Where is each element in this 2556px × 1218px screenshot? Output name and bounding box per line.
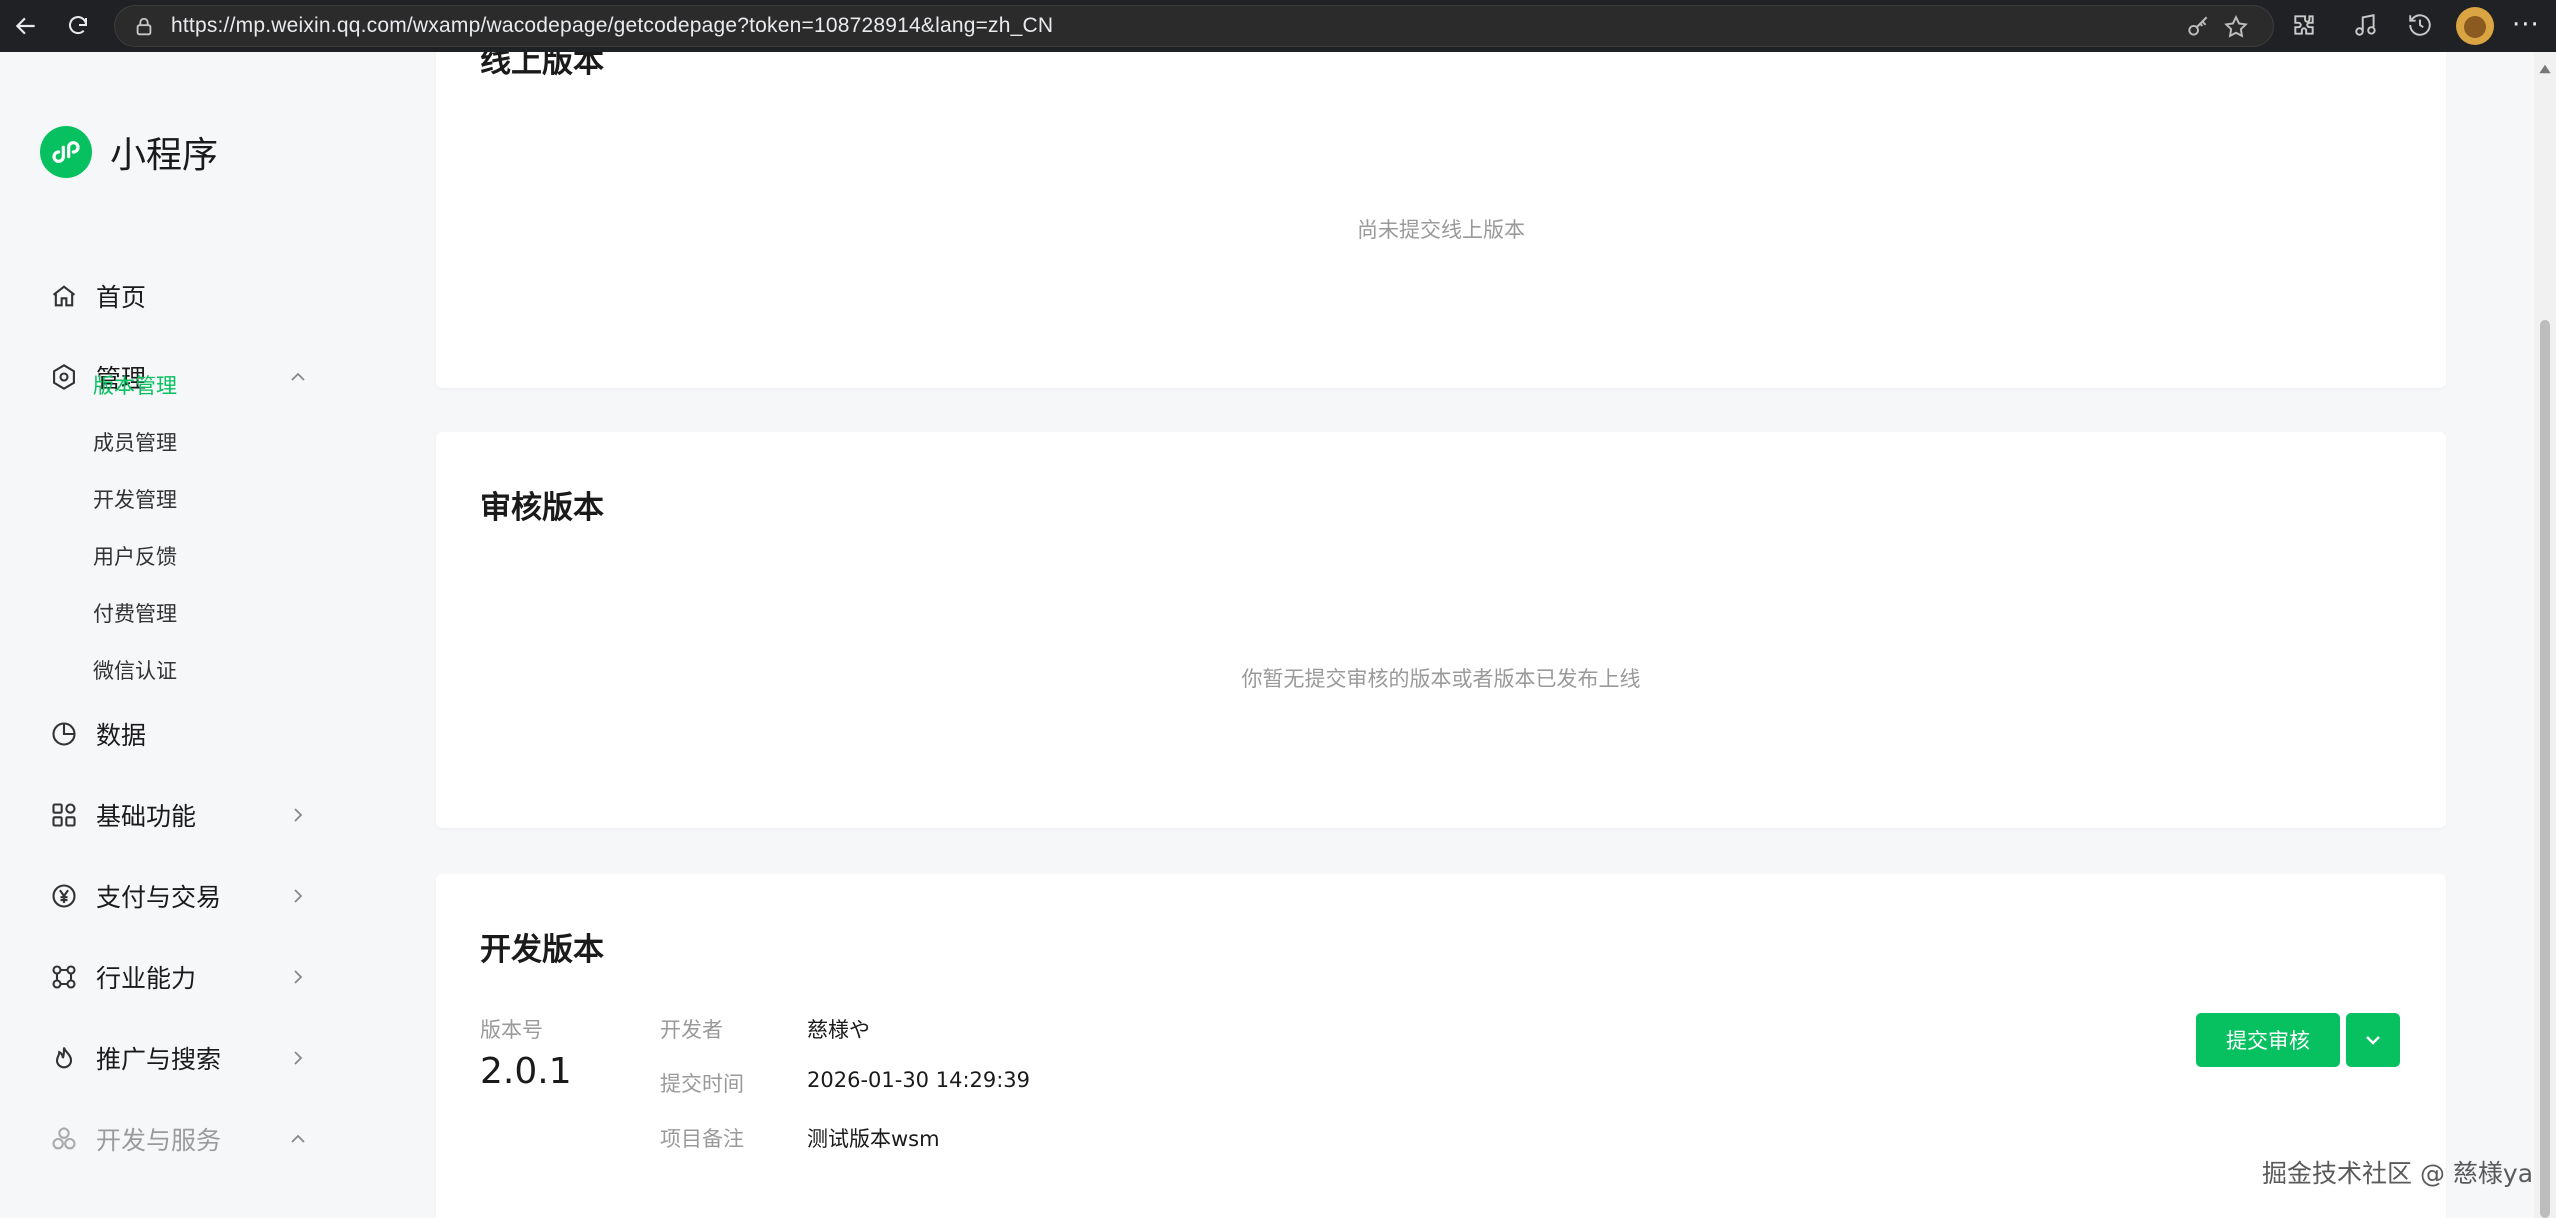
sidebar-item-payment-trade[interactable]: 支付与交易 — [50, 876, 310, 916]
page-viewport: 小程序 首页 管理 版本管理 成员管理 开发管理 用户反馈 付费管理 微信认证 … — [0, 52, 2534, 1218]
sidebar-item-promotion-search[interactable]: 推广与搜索 — [50, 1038, 310, 1078]
submit-time-label: 提交时间 — [660, 1072, 744, 1096]
dev-version-card: 开发版本 版本号 2.0.1 开发者 慈様や 提交时间 2026-01-30 1… — [436, 874, 2446, 1218]
yen-icon — [52, 884, 76, 908]
arrow-left-icon — [15, 17, 35, 35]
remark-value: 测试版本wsm — [807, 1127, 940, 1151]
sidebar-item-manage[interactable]: 管理 — [50, 357, 310, 397]
chevron-right-icon[interactable] — [286, 1046, 310, 1070]
sidebar-item-home[interactable]: 首页 — [50, 276, 310, 316]
sidebar-item-label: 基础功能 — [96, 802, 197, 831]
star-icon[interactable] — [2223, 14, 2249, 40]
chevron-right-icon[interactable] — [286, 965, 310, 989]
sidebar-item-label: 行业能力 — [96, 964, 197, 993]
sidebar-subitem-payment-management[interactable]: 付费管理 — [93, 599, 177, 629]
version-number-value: 2.0.1 — [480, 1051, 572, 1092]
puzzle-icon — [2294, 15, 2314, 35]
online-version-empty-text: 尚未提交线上版本 — [1357, 218, 1525, 242]
hexagon-settings-icon — [53, 364, 75, 390]
browser-menu-button[interactable]: ··· — [2512, 8, 2540, 42]
submit-review-button[interactable]: 提交审核 — [2196, 1013, 2340, 1067]
sidebar-subitem-wechat-verification[interactable]: 微信认证 — [93, 656, 177, 686]
cluster-icon — [52, 1127, 76, 1150]
chevron-right-icon[interactable] — [286, 803, 310, 827]
sidebar-subitem-version-management[interactable]: 版本管理 — [93, 371, 177, 401]
app-logo[interactable]: 小程序 — [40, 126, 218, 178]
key-icon[interactable] — [2185, 14, 2211, 40]
chevron-down-icon — [2366, 1036, 2380, 1045]
back-button[interactable] — [6, 6, 46, 46]
sidebar-subitem-dev-management[interactable]: 开发管理 — [93, 485, 177, 515]
history-button[interactable] — [2404, 9, 2436, 41]
submit-time-value: 2026-01-30 14:29:39 — [807, 1068, 1031, 1092]
developer-value: 慈様や — [807, 1018, 870, 1042]
online-version-card: 线上版本 尚未提交线上版本 — [436, 52, 2446, 388]
watermark-text: 掘金技术社区 @ 慈様ya — [2262, 1159, 2534, 1188]
url-text[interactable]: https://mp.weixin.qq.com/wxamp/wacodepag… — [171, 14, 1053, 38]
lock-icon[interactable] — [133, 16, 155, 38]
browser-toolbar: https://mp.weixin.qq.com/wxamp/wacodepag… — [0, 0, 2556, 52]
reload-button[interactable] — [58, 6, 98, 46]
chevron-up-icon[interactable] — [286, 365, 310, 389]
chevron-right-icon[interactable] — [286, 884, 310, 908]
music-icon — [2355, 14, 2376, 36]
sidebar-item-basic-features[interactable]: 基础功能 — [50, 795, 310, 835]
sidebar-item-label: 支付与交易 — [96, 883, 222, 912]
history-icon — [2409, 14, 2431, 36]
logo-text: 小程序 — [110, 135, 219, 176]
review-version-title: 审核版本 — [480, 490, 604, 526]
version-number-label: 版本号 — [480, 1018, 543, 1042]
reload-icon — [69, 16, 87, 35]
pie-chart-icon — [52, 722, 76, 746]
sidebar-item-label: 推广与搜索 — [96, 1045, 222, 1074]
mini-program-logo-icon — [40, 126, 92, 178]
sidebar-item-industry-capability[interactable]: 行业能力 — [50, 957, 310, 997]
sidebar-item-label: 开发与服务 — [96, 1126, 222, 1155]
page-scrollbar[interactable] — [2534, 52, 2556, 1218]
remark-label: 项目备注 — [660, 1127, 744, 1151]
developer-label: 开发者 — [660, 1018, 723, 1042]
grid-icon — [52, 803, 76, 827]
online-version-title: 线上版本 — [480, 52, 604, 80]
profile-avatar[interactable] — [2456, 7, 2494, 45]
nodes-icon — [52, 965, 76, 989]
flame-icon — [55, 1047, 73, 1069]
chevron-up-icon[interactable] — [286, 1127, 310, 1151]
sidebar-item-dev-services[interactable]: 开发与服务 — [50, 1119, 310, 1159]
sidebar-item-label: 数据 — [96, 721, 147, 750]
sidebar-item-label: 首页 — [96, 283, 147, 312]
home-icon — [52, 285, 76, 307]
sidebar: 小程序 首页 管理 版本管理 成员管理 开发管理 用户反馈 付费管理 微信认证 … — [0, 52, 380, 1218]
scrollbar-thumb[interactable] — [2540, 320, 2550, 1218]
more-actions-dropdown-button[interactable] — [2346, 1013, 2400, 1067]
review-version-empty-text: 你暂无提交审核的版本或者版本已发布上线 — [1241, 667, 1641, 691]
media-button[interactable] — [2350, 9, 2382, 41]
scroll-up-arrow-icon[interactable] — [2538, 62, 2552, 76]
extensions-button[interactable] — [2288, 9, 2320, 41]
sidebar-item-data[interactable]: 数据 — [50, 714, 310, 754]
address-bar[interactable]: https://mp.weixin.qq.com/wxamp/wacodepag… — [114, 5, 2274, 47]
sidebar-subitem-member-management[interactable]: 成员管理 — [93, 428, 177, 458]
review-version-card: 审核版本 你暂无提交审核的版本或者版本已发布上线 — [436, 432, 2446, 828]
dev-version-title: 开发版本 — [480, 932, 604, 968]
sidebar-subitem-user-feedback[interactable]: 用户反馈 — [93, 542, 177, 572]
